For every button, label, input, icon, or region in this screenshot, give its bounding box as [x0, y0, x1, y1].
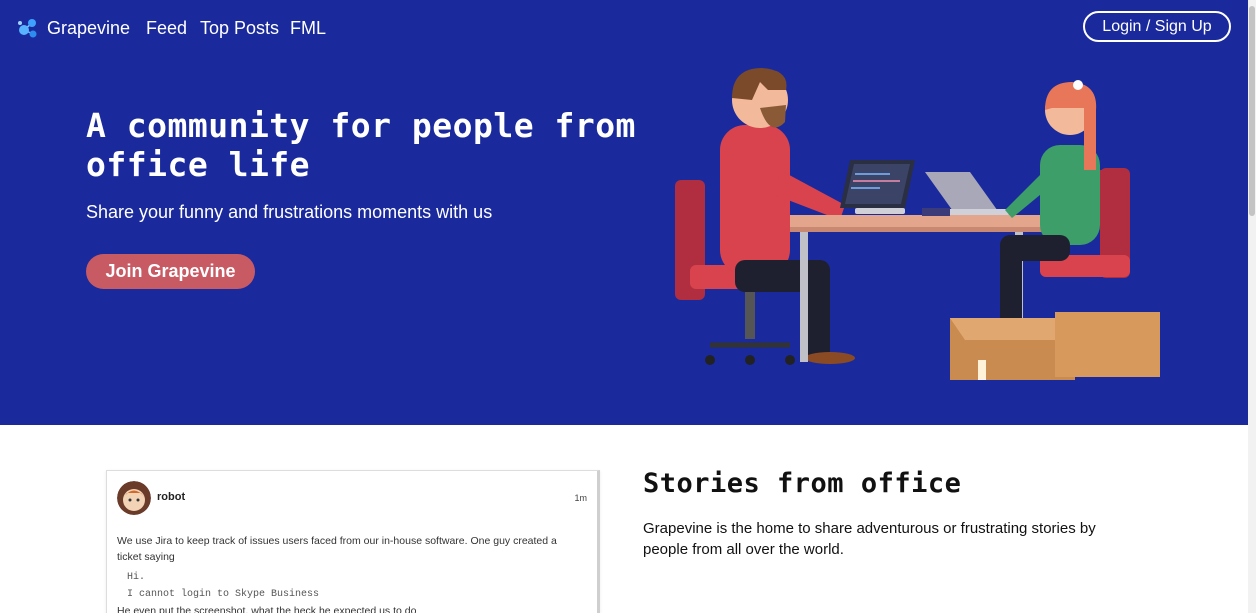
login-signup-button[interactable]: Login / Sign Up	[1083, 11, 1231, 42]
scrollbar-thumb[interactable]	[1249, 6, 1255, 216]
office-workers-illustration	[675, 68, 1160, 380]
post-body-continued: He even put the screenshot, what the hec…	[117, 605, 417, 613]
robot-avatar-icon	[117, 481, 151, 515]
stories-description: Grapevine is the home to share adventuro…	[643, 520, 1096, 558]
top-nav: Grapevine Feed Top Posts FML Login / Sig…	[0, 0, 1248, 56]
hero-section: Grapevine Feed Top Posts FML Login / Sig…	[0, 0, 1248, 425]
post-card[interactable]: robot 1m We use Jira to keep track of is…	[106, 470, 600, 613]
post-username[interactable]: robot	[157, 491, 185, 503]
molecule-logo-icon	[18, 19, 37, 38]
nav-link-fml[interactable]: FML	[290, 17, 326, 39]
brand-name: Grapevine	[47, 17, 131, 38]
post-code-block: Hi. I cannot login to Skype Business	[127, 572, 320, 600]
nav-link-top-posts[interactable]: Top Posts	[200, 17, 279, 39]
avatar	[117, 481, 151, 515]
scrollbar[interactable]	[1248, 0, 1256, 613]
join-grapevine-button[interactable]: Join Grapevine	[86, 254, 255, 289]
hero-title: A community for people from office life	[86, 106, 636, 184]
brand-link[interactable]: Grapevine	[15, 15, 130, 41]
hero-subtitle: Share your funny and frustrations moment…	[86, 202, 493, 222]
desk-top	[790, 215, 1080, 227]
post-body: We use Jira to keep track of issues user…	[117, 535, 557, 563]
stories-title: Stories from office	[643, 468, 962, 499]
nav-link-feed[interactable]: Feed	[146, 17, 187, 39]
post-timestamp: 1m	[574, 493, 587, 503]
man-shirt	[720, 125, 790, 275]
